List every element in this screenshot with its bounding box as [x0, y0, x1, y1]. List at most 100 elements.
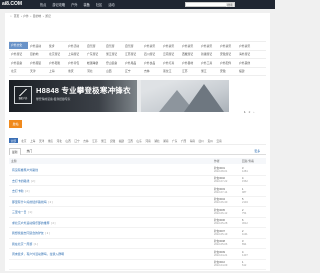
table-row[interactable]: 去打卡啦[ 2 ] 驴友0003 2022-07-14 1 987 [9, 186, 266, 197]
table-row[interactable]: 去打卡的路线[ 2 ] 驴友0002 2022-07-22 4 1562 [9, 176, 266, 186]
filter-item[interactable]: 安徽 [110, 139, 115, 143]
category-link[interactable]: 户外资讯 [161, 44, 180, 48]
tab-latest[interactable]: 最新 [9, 147, 21, 155]
category-link[interactable]: 目的地 [28, 52, 47, 56]
table-row[interactable]: 三里屯一日[ 1 ] 驴友0005 2022-06-12 2 754 [9, 207, 266, 218]
breadcrumb-item[interactable]: 首页 [14, 14, 20, 18]
category-link[interactable]: 黑龙江 [161, 69, 180, 73]
filter-item[interactable]: 浙江 [101, 139, 106, 143]
nav-item-gear[interactable]: 装备 [84, 3, 90, 7]
filter-item[interactable]: 山东 [136, 139, 141, 143]
category-link[interactable]: 四川游记 [142, 52, 161, 56]
thread-title[interactable]: 求北京户外运动俱乐部的推荐[ 2 ] [12, 221, 55, 225]
category-link[interactable]: 安徽游记 [218, 52, 237, 56]
table-row[interactable]: 我在北京一周游[ 1 ] 驴友0008 2022-05-06 3 894 [9, 239, 266, 249]
category-link[interactable]: 上海游记 [66, 52, 85, 56]
filter-item[interactable]: 江苏 [92, 139, 97, 143]
thread-title[interactable]: 那里有什么好的徒步路线吗[ 2 ] [12, 200, 53, 204]
category-link[interactable]: 户外装备 [9, 61, 28, 65]
table-row[interactable]: 周末徒步，有户外活动群吗，拉我入群啊 驴友0009 2022-04-21 4 1437 [9, 249, 266, 260]
category-link[interactable]: 户外运动 [28, 44, 47, 48]
filter-item[interactable]: 海南 [190, 139, 195, 143]
filter-item[interactable]: 辽宁 [74, 139, 79, 143]
category-link[interactable]: 云南游记 [161, 52, 180, 56]
breadcrumb-item[interactable]: 目的地 [33, 14, 41, 18]
thread-title[interactable]: 去打卡啦[ 2 ] [12, 189, 29, 193]
category-link[interactable]: 山西 [104, 69, 123, 73]
nav-item-travel[interactable]: 游记攻略 [52, 3, 65, 7]
new-post-button[interactable]: 发帖 [9, 120, 22, 128]
category-link[interactable]: 户外文化 [9, 42, 28, 50]
category-link[interactable]: 西藏游记 [180, 52, 199, 56]
site-logo[interactable]: ai8.COM [2, 2, 22, 7]
filter-item[interactable]: 上海 [30, 139, 35, 143]
category-link[interactable]: 天津 [28, 69, 47, 73]
category-link[interactable]: 户外工具 [199, 61, 218, 65]
filter-item[interactable]: 河北 [57, 139, 62, 143]
category-link[interactable]: 自驾游 [123, 44, 142, 48]
category-link[interactable]: 户外资讯 [199, 44, 218, 48]
filter-item[interactable]: 四川 [199, 139, 204, 143]
filter-item[interactable]: 福建 [119, 139, 124, 143]
category-link[interactable]: 户外资讯 [237, 44, 256, 48]
category-link[interactable]: 户外配件 [218, 61, 237, 65]
category-link[interactable]: 户外用品 [123, 61, 142, 65]
table-row[interactable]: 求北京户外运动俱乐部的推荐[ 2 ] 驴友0006 2022-05-28 6 3012 [9, 218, 266, 228]
category-link[interactable]: 福建 [237, 69, 256, 73]
nav-item-community[interactable]: 社区 [96, 3, 102, 7]
category-link[interactable]: 上海 [47, 69, 66, 73]
category-link[interactable]: 户外鞋靴 [47, 61, 66, 65]
nav-item-hot[interactable]: 热点 [40, 3, 46, 7]
next-page-icon[interactable]: › [253, 110, 254, 114]
category-link[interactable]: 重庆 [66, 69, 85, 73]
filter-item[interactable]: 广东 [172, 139, 177, 143]
filter-item[interactable]: 江西 [128, 139, 133, 143]
category-link[interactable]: 户外活动 [66, 44, 85, 48]
nav-item-events[interactable]: 活动 [108, 3, 114, 7]
table-row[interactable]: 那里有什么好的徒步路线吗[ 2 ] 驴友0004 2022-06-30 5 2104 [9, 197, 266, 207]
filter-item[interactable]: 河南 [145, 139, 150, 143]
category-link[interactable]: 北京 [9, 69, 28, 73]
category-link[interactable]: 户外游记 [9, 52, 28, 56]
tab-hot[interactable]: 热门 [25, 148, 35, 154]
category-link[interactable]: 广东游记 [85, 52, 104, 56]
filter-item[interactable]: 吉林 [83, 139, 88, 143]
category-link[interactable]: 安徽 [218, 69, 237, 73]
page-2[interactable]: 2 [249, 110, 251, 114]
filter-item[interactable]: 云南 [216, 139, 221, 143]
filter-item[interactable]: 天津 [39, 139, 44, 143]
ad-banner[interactable]: 骆驼户外 H8848 专业攀登极寒冲锋衣 攀登珠峰装备 极寒抵御专家 [9, 80, 229, 112]
category-link[interactable]: 户外资讯 [142, 44, 161, 48]
category-link[interactable]: 户外服装 [28, 61, 47, 65]
filter-item[interactable]: 湖北 [154, 139, 159, 143]
table-row[interactable]: 驴友0010 2022-04-09 1 612 [9, 260, 266, 270]
category-link[interactable]: 户外灯具 [161, 61, 180, 65]
more-link[interactable]: 更多 [252, 148, 262, 154]
category-link[interactable]: 江苏 [180, 69, 199, 73]
nav-item-outdoor[interactable]: 户外 [71, 3, 77, 7]
category-link[interactable]: 河北 [85, 69, 104, 73]
filter-item[interactable]: 北京 [21, 139, 26, 143]
category-link[interactable]: 浙江游记 [104, 52, 123, 56]
breadcrumb-item[interactable]: 户外 [23, 14, 29, 18]
thread-title[interactable]: 周末徒步，有户外活动群吗，拉我入群啊 [12, 252, 66, 256]
table-row[interactable]: 我想找些志同道合的驴友[ 2 ] 驴友0007 2022-05-19 2 1101 [9, 228, 266, 239]
category-link[interactable]: 帐篷睡袋 [85, 61, 104, 65]
category-link[interactable]: 江苏游记 [123, 52, 142, 56]
page-1[interactable]: 1 [244, 110, 246, 114]
category-link[interactable]: 浙江 [199, 69, 218, 73]
filter-all[interactable]: 全部 [9, 137, 18, 144]
thread-title[interactable] [12, 263, 14, 267]
category-link[interactable]: 户外资讯 [218, 44, 237, 48]
thread-title[interactable]: 我想找些志同道合的驴友[ 2 ] [12, 231, 50, 235]
category-link[interactable]: 辽宁 [123, 69, 142, 73]
category-link[interactable]: 海外游记 [237, 52, 256, 56]
category-link[interactable]: 户外资讯 [180, 44, 199, 48]
category-link[interactable]: 自驾游 [85, 44, 104, 48]
search-button[interactable]: 搜索 [226, 3, 234, 8]
search-input[interactable]: 搜索 [185, 2, 235, 8]
filter-item[interactable]: 贵州 [207, 139, 212, 143]
thread-title[interactable]: 三里屯一日[ 1 ] [12, 210, 32, 214]
home-icon[interactable]: ⌂ [10, 14, 12, 18]
category-link[interactable]: 户外其他 [237, 61, 256, 65]
